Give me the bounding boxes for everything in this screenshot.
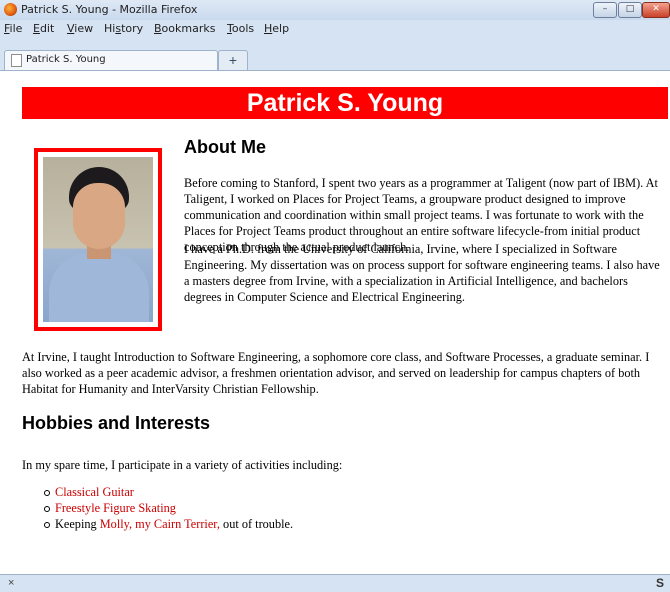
profile-photo	[43, 157, 153, 322]
menu-view[interactable]: View	[67, 22, 93, 35]
tab-title: Patrick S. Young	[26, 54, 106, 65]
page-content: Patrick S. Young About Me Before coming …	[0, 71, 670, 574]
new-tab-button[interactable]: +	[218, 50, 248, 70]
status-close-icon[interactable]: ×	[8, 577, 14, 589]
hobby3-pre: Keeping	[55, 517, 100, 531]
list-item: Keeping Molly, my Cairn Terrier, out of …	[44, 516, 293, 532]
menu-history[interactable]: History	[104, 22, 143, 35]
page-icon	[11, 54, 22, 67]
bullet-icon	[44, 522, 50, 528]
profile-photo-frame	[34, 148, 162, 331]
window-title: Patrick S. Young - Mozilla Firefox	[21, 3, 198, 16]
status-bar: × S	[0, 574, 670, 592]
menu-file-label: ile	[9, 22, 23, 35]
hobbies-list: Classical Guitar Freestyle Figure Skatin…	[44, 484, 293, 532]
minimize-button[interactable]: –	[593, 2, 617, 18]
menu-help[interactable]: Help	[264, 22, 289, 35]
about-paragraph-2: I have a Ph.D. from the University of Ca…	[184, 242, 660, 304]
link-molly[interactable]: Molly, my Cairn Terrier,	[100, 517, 220, 531]
hobby3-post: out of trouble.	[219, 517, 294, 531]
about-paragraph-3: At Irvine, I taught Introduction to Soft…	[22, 350, 650, 396]
hobbies-intro: In my spare time, I participate in a var…	[22, 458, 343, 472]
menu-edit[interactable]: Edit	[33, 22, 54, 35]
bullet-icon	[44, 490, 50, 496]
photo-shirt	[49, 253, 149, 322]
photo-face	[73, 183, 125, 249]
list-item: Freestyle Figure Skating	[44, 500, 293, 516]
menu-view-label: iew	[74, 22, 94, 35]
link-classical-guitar[interactable]: Classical Guitar	[55, 485, 134, 499]
list-item: Classical Guitar	[44, 484, 293, 500]
menu-bookmarks-label: ookmarks	[161, 22, 216, 35]
menu-bookmarks-accel: B	[154, 22, 162, 35]
link-figure-skating[interactable]: Freestyle Figure Skating	[55, 501, 176, 515]
bullet-icon	[44, 506, 50, 512]
menu-tools[interactable]: Tools	[227, 22, 254, 35]
tab-strip: Patrick S. Young +	[0, 38, 670, 71]
menu-tools-label: ools	[231, 22, 255, 35]
hobbies-heading: Hobbies and Interests	[22, 413, 211, 433]
menu-edit-accel: E	[33, 22, 40, 35]
menu-history-pre: Hi	[104, 22, 116, 35]
firefox-icon	[4, 3, 17, 16]
title-bar: Patrick S. Young - Mozilla Firefox – □ ✕	[0, 0, 670, 20]
about-heading: About Me	[184, 137, 266, 157]
menu-bar: File Edit View History Bookmarks Tools H…	[0, 20, 670, 38]
tab-active[interactable]: Patrick S. Young	[4, 50, 218, 70]
close-button[interactable]: ✕	[642, 2, 670, 18]
maximize-button[interactable]: □	[618, 2, 642, 18]
menu-help-label: elp	[272, 22, 290, 35]
page-banner: Patrick S. Young	[22, 87, 668, 119]
status-addon-icon[interactable]: S	[656, 576, 664, 590]
menu-bookmarks[interactable]: Bookmarks	[154, 22, 215, 35]
menu-edit-label: dit	[39, 22, 55, 35]
menu-history-label: tory	[121, 22, 144, 35]
menu-file[interactable]: File	[4, 22, 22, 35]
